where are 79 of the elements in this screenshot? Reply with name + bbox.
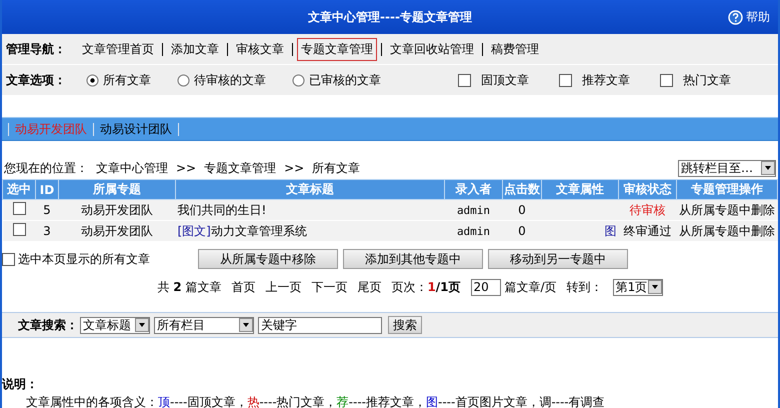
per-page-field[interactable]: 20 xyxy=(470,278,501,296)
help-link[interactable]: 帮助 xyxy=(728,9,770,26)
checkbox[interactable] xyxy=(12,202,26,215)
dropdown[interactable]: 所有栏目 xyxy=(154,316,254,334)
option-label: 已审核的文章 xyxy=(309,72,381,88)
per-page-label: 篇文章/页 xyxy=(504,278,557,296)
breadcrumb-label: 您现在的位置： xyxy=(4,160,88,176)
table-cell: admin xyxy=(444,200,502,220)
notes-text: 文章属性中的各项含义：顶----固顶文章，热----热门文章，荐----推荐文章，图----首页图片文章，调----有调查 xyxy=(25,394,606,408)
column-header: 专题管理操作 xyxy=(676,180,778,200)
table-cell: 5 xyxy=(36,200,58,220)
column-header: 选中 xyxy=(2,180,36,200)
breadcrumb-item: 文章中心管理 xyxy=(96,160,168,176)
option-label: 待审核的文章 xyxy=(194,72,266,88)
page-link[interactable]: 下一页 xyxy=(311,278,348,296)
breadcrumb-item: >> xyxy=(176,161,196,175)
table-cell: 动易开发团队 xyxy=(58,220,176,242)
page-link[interactable]: 首页 xyxy=(231,278,256,296)
breadcrumb-item: 专题文章管理 xyxy=(204,160,276,176)
nav-link[interactable]: 添加文章 xyxy=(167,38,223,60)
column-header: 文章属性 xyxy=(542,180,618,200)
table-cell: 从所属专题中删除 xyxy=(676,220,778,242)
table-cell: 0 xyxy=(502,200,542,220)
column-header: ID xyxy=(36,180,58,200)
breadcrumb-item: 所有文章 xyxy=(312,160,360,176)
table-cell: 待审核 xyxy=(618,200,676,220)
column-header: 录入者 xyxy=(444,180,502,200)
nav-link[interactable]: 文章回收站管理 xyxy=(386,38,478,60)
action-button[interactable]: 从所属专题中移除 xyxy=(198,249,338,269)
dropdown[interactable]: 第1页 xyxy=(612,278,663,296)
option-label: 固顶文章 xyxy=(481,72,529,88)
table-cell: admin xyxy=(444,220,502,242)
radio-button[interactable] xyxy=(292,74,305,86)
radio-button[interactable] xyxy=(177,74,190,86)
search-button[interactable]: 搜索 xyxy=(388,316,422,334)
dropdown[interactable]: 文章标题 xyxy=(80,316,150,334)
search-label: 文章搜索： xyxy=(18,316,78,334)
column-header: 文章标题 xyxy=(176,180,444,200)
nav-link[interactable]: 审核文章 xyxy=(232,38,288,60)
checkbox[interactable] xyxy=(559,74,572,86)
page-title: 文章中心管理----专题文章管理 xyxy=(308,8,472,26)
total-count: 共 2 篇文章 xyxy=(157,278,222,296)
dropdown[interactable]: 跳转栏目至… xyxy=(678,160,776,176)
column-header: 所属专题 xyxy=(58,180,176,200)
team-tab[interactable]: 动易设计团队 xyxy=(100,120,172,138)
radio-button[interactable] xyxy=(86,74,99,86)
option-label: 推荐文章 xyxy=(582,72,630,88)
table-cell: 动易开发团队 xyxy=(58,200,176,220)
table-cell: 3 xyxy=(36,220,58,242)
action-button[interactable]: 移动到另一专题中 xyxy=(488,249,628,269)
page-link[interactable]: 上一页 xyxy=(265,278,302,296)
page-link[interactable]: 尾页 xyxy=(357,278,382,296)
notes-title: 说明： xyxy=(2,376,39,393)
keyword-field[interactable]: 关键字 xyxy=(258,316,382,334)
checkbox[interactable] xyxy=(660,74,673,86)
checkbox[interactable] xyxy=(458,74,471,86)
nav-link[interactable]: 稿费管理 xyxy=(487,38,543,60)
select-all-label: 选中本页显示的所有文章 xyxy=(18,250,150,268)
column-header: 点击数 xyxy=(502,180,542,200)
options-label: 文章选项： xyxy=(5,72,67,88)
column-header: 审核状态 xyxy=(618,180,676,200)
breadcrumb-item: >> xyxy=(284,161,304,175)
option-label: 所有文章 xyxy=(103,72,151,88)
nav-link[interactable]: 专题文章管理 xyxy=(297,38,377,60)
action-button[interactable]: 添加到其他专题中 xyxy=(343,249,483,269)
table-cell: [图文]动力文章管理系统 xyxy=(176,220,444,242)
table-cell: 0 xyxy=(502,220,542,242)
table-cell: 我们共同的生日! xyxy=(176,200,444,220)
option-label: 热门文章 xyxy=(683,72,731,88)
help-icon xyxy=(728,10,743,25)
checkbox[interactable] xyxy=(12,223,26,236)
table-cell: 从所属专题中删除 xyxy=(676,200,778,220)
table-cell: 终审通过 xyxy=(618,220,676,242)
nav-link[interactable]: 文章管理首页 xyxy=(78,38,158,60)
nav-label: 管理导航： xyxy=(5,40,67,58)
table-cell: 图 xyxy=(542,220,618,242)
page-indicator: 页次：1/1页 xyxy=(391,278,461,296)
goto-label: 转到： xyxy=(566,278,603,296)
checkbox[interactable] xyxy=(2,252,15,266)
